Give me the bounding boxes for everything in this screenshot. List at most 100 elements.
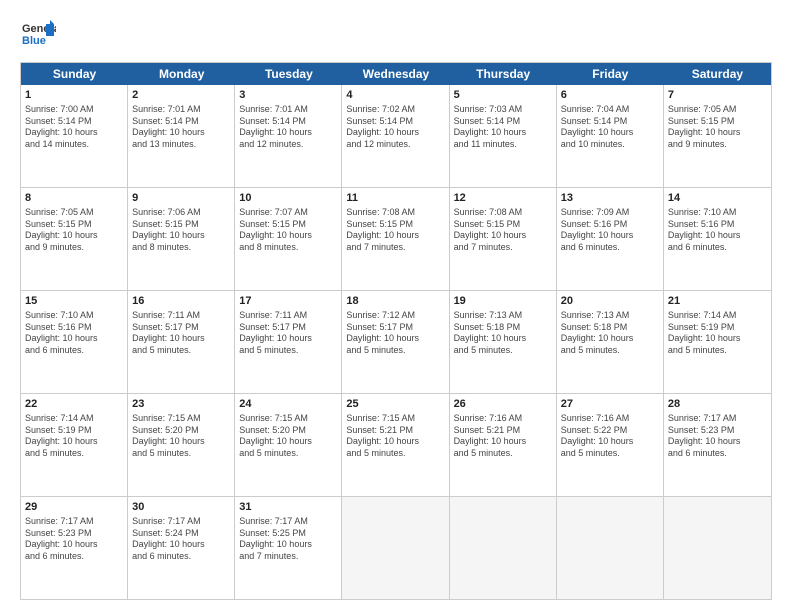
day-info: Sunrise: 7:17 AM Sunset: 5:23 PM Dayligh… xyxy=(668,413,767,460)
calendar-row: 15Sunrise: 7:10 AM Sunset: 5:16 PM Dayli… xyxy=(21,291,771,394)
day-number: 25 xyxy=(346,397,444,412)
header-day: Friday xyxy=(557,63,664,85)
day-number: 26 xyxy=(454,397,552,412)
day-info: Sunrise: 7:14 AM Sunset: 5:19 PM Dayligh… xyxy=(25,413,123,460)
day-info: Sunrise: 7:17 AM Sunset: 5:24 PM Dayligh… xyxy=(132,516,230,563)
calendar-cell: 12Sunrise: 7:08 AM Sunset: 5:15 PM Dayli… xyxy=(450,188,557,290)
day-number: 4 xyxy=(346,88,444,103)
calendar-cell: 19Sunrise: 7:13 AM Sunset: 5:18 PM Dayli… xyxy=(450,291,557,393)
header-day: Monday xyxy=(128,63,235,85)
calendar-cell: 27Sunrise: 7:16 AM Sunset: 5:22 PM Dayli… xyxy=(557,394,664,496)
day-info: Sunrise: 7:14 AM Sunset: 5:19 PM Dayligh… xyxy=(668,310,767,357)
day-info: Sunrise: 7:06 AM Sunset: 5:15 PM Dayligh… xyxy=(132,207,230,254)
day-info: Sunrise: 7:10 AM Sunset: 5:16 PM Dayligh… xyxy=(668,207,767,254)
day-number: 3 xyxy=(239,88,337,103)
day-number: 18 xyxy=(346,294,444,309)
day-number: 19 xyxy=(454,294,552,309)
day-number: 9 xyxy=(132,191,230,206)
day-number: 28 xyxy=(668,397,767,412)
logo-icon: General Blue xyxy=(20,16,56,52)
day-info: Sunrise: 7:05 AM Sunset: 5:15 PM Dayligh… xyxy=(25,207,123,254)
calendar-cell: 10Sunrise: 7:07 AM Sunset: 5:15 PM Dayli… xyxy=(235,188,342,290)
calendar-cell: 3Sunrise: 7:01 AM Sunset: 5:14 PM Daylig… xyxy=(235,85,342,187)
day-number: 7 xyxy=(668,88,767,103)
calendar-cell xyxy=(450,497,557,599)
day-info: Sunrise: 7:08 AM Sunset: 5:15 PM Dayligh… xyxy=(346,207,444,254)
day-number: 22 xyxy=(25,397,123,412)
day-number: 23 xyxy=(132,397,230,412)
calendar-cell: 24Sunrise: 7:15 AM Sunset: 5:20 PM Dayli… xyxy=(235,394,342,496)
day-info: Sunrise: 7:02 AM Sunset: 5:14 PM Dayligh… xyxy=(346,104,444,151)
header-day: Saturday xyxy=(664,63,771,85)
day-number: 30 xyxy=(132,500,230,515)
calendar-cell: 5Sunrise: 7:03 AM Sunset: 5:14 PM Daylig… xyxy=(450,85,557,187)
calendar-cell: 29Sunrise: 7:17 AM Sunset: 5:23 PM Dayli… xyxy=(21,497,128,599)
header-day: Wednesday xyxy=(342,63,449,85)
header-day: Thursday xyxy=(450,63,557,85)
page: General Blue SundayMondayTuesdayWednesda… xyxy=(0,0,792,612)
calendar-cell: 7Sunrise: 7:05 AM Sunset: 5:15 PM Daylig… xyxy=(664,85,771,187)
day-number: 1 xyxy=(25,88,123,103)
day-number: 24 xyxy=(239,397,337,412)
day-number: 12 xyxy=(454,191,552,206)
day-number: 20 xyxy=(561,294,659,309)
calendar-cell: 4Sunrise: 7:02 AM Sunset: 5:14 PM Daylig… xyxy=(342,85,449,187)
calendar-cell: 11Sunrise: 7:08 AM Sunset: 5:15 PM Dayli… xyxy=(342,188,449,290)
day-info: Sunrise: 7:07 AM Sunset: 5:15 PM Dayligh… xyxy=(239,207,337,254)
day-info: Sunrise: 7:15 AM Sunset: 5:20 PM Dayligh… xyxy=(132,413,230,460)
calendar-cell: 25Sunrise: 7:15 AM Sunset: 5:21 PM Dayli… xyxy=(342,394,449,496)
calendar-cell: 20Sunrise: 7:13 AM Sunset: 5:18 PM Dayli… xyxy=(557,291,664,393)
calendar-cell: 28Sunrise: 7:17 AM Sunset: 5:23 PM Dayli… xyxy=(664,394,771,496)
calendar-cell: 15Sunrise: 7:10 AM Sunset: 5:16 PM Dayli… xyxy=(21,291,128,393)
calendar-header: SundayMondayTuesdayWednesdayThursdayFrid… xyxy=(21,63,771,85)
day-info: Sunrise: 7:03 AM Sunset: 5:14 PM Dayligh… xyxy=(454,104,552,151)
logo: General Blue xyxy=(20,16,60,52)
calendar-cell: 16Sunrise: 7:11 AM Sunset: 5:17 PM Dayli… xyxy=(128,291,235,393)
svg-text:Blue: Blue xyxy=(22,35,46,47)
day-number: 13 xyxy=(561,191,659,206)
calendar-cell: 9Sunrise: 7:06 AM Sunset: 5:15 PM Daylig… xyxy=(128,188,235,290)
calendar-cell: 13Sunrise: 7:09 AM Sunset: 5:16 PM Dayli… xyxy=(557,188,664,290)
day-info: Sunrise: 7:10 AM Sunset: 5:16 PM Dayligh… xyxy=(25,310,123,357)
calendar-cell: 26Sunrise: 7:16 AM Sunset: 5:21 PM Dayli… xyxy=(450,394,557,496)
day-info: Sunrise: 7:11 AM Sunset: 5:17 PM Dayligh… xyxy=(239,310,337,357)
day-info: Sunrise: 7:09 AM Sunset: 5:16 PM Dayligh… xyxy=(561,207,659,254)
calendar-row: 22Sunrise: 7:14 AM Sunset: 5:19 PM Dayli… xyxy=(21,394,771,497)
day-info: Sunrise: 7:13 AM Sunset: 5:18 PM Dayligh… xyxy=(561,310,659,357)
day-info: Sunrise: 7:15 AM Sunset: 5:20 PM Dayligh… xyxy=(239,413,337,460)
day-info: Sunrise: 7:17 AM Sunset: 5:23 PM Dayligh… xyxy=(25,516,123,563)
calendar-cell: 30Sunrise: 7:17 AM Sunset: 5:24 PM Dayli… xyxy=(128,497,235,599)
day-number: 27 xyxy=(561,397,659,412)
calendar-cell: 14Sunrise: 7:10 AM Sunset: 5:16 PM Dayli… xyxy=(664,188,771,290)
day-number: 17 xyxy=(239,294,337,309)
day-number: 21 xyxy=(668,294,767,309)
calendar: SundayMondayTuesdayWednesdayThursdayFrid… xyxy=(20,62,772,600)
day-info: Sunrise: 7:04 AM Sunset: 5:14 PM Dayligh… xyxy=(561,104,659,151)
day-number: 2 xyxy=(132,88,230,103)
day-info: Sunrise: 7:01 AM Sunset: 5:14 PM Dayligh… xyxy=(132,104,230,151)
day-number: 16 xyxy=(132,294,230,309)
day-number: 8 xyxy=(25,191,123,206)
day-number: 5 xyxy=(454,88,552,103)
day-info: Sunrise: 7:17 AM Sunset: 5:25 PM Dayligh… xyxy=(239,516,337,563)
calendar-cell: 31Sunrise: 7:17 AM Sunset: 5:25 PM Dayli… xyxy=(235,497,342,599)
day-info: Sunrise: 7:01 AM Sunset: 5:14 PM Dayligh… xyxy=(239,104,337,151)
day-info: Sunrise: 7:16 AM Sunset: 5:21 PM Dayligh… xyxy=(454,413,552,460)
day-number: 11 xyxy=(346,191,444,206)
day-number: 14 xyxy=(668,191,767,206)
day-number: 10 xyxy=(239,191,337,206)
day-info: Sunrise: 7:08 AM Sunset: 5:15 PM Dayligh… xyxy=(454,207,552,254)
calendar-row: 1Sunrise: 7:00 AM Sunset: 5:14 PM Daylig… xyxy=(21,85,771,188)
calendar-body: 1Sunrise: 7:00 AM Sunset: 5:14 PM Daylig… xyxy=(21,85,771,599)
calendar-cell: 18Sunrise: 7:12 AM Sunset: 5:17 PM Dayli… xyxy=(342,291,449,393)
calendar-cell: 2Sunrise: 7:01 AM Sunset: 5:14 PM Daylig… xyxy=(128,85,235,187)
calendar-cell xyxy=(342,497,449,599)
header-day: Sunday xyxy=(21,63,128,85)
calendar-cell: 23Sunrise: 7:15 AM Sunset: 5:20 PM Dayli… xyxy=(128,394,235,496)
day-info: Sunrise: 7:05 AM Sunset: 5:15 PM Dayligh… xyxy=(668,104,767,151)
day-info: Sunrise: 7:12 AM Sunset: 5:17 PM Dayligh… xyxy=(346,310,444,357)
calendar-cell: 6Sunrise: 7:04 AM Sunset: 5:14 PM Daylig… xyxy=(557,85,664,187)
calendar-row: 8Sunrise: 7:05 AM Sunset: 5:15 PM Daylig… xyxy=(21,188,771,291)
day-info: Sunrise: 7:15 AM Sunset: 5:21 PM Dayligh… xyxy=(346,413,444,460)
day-number: 15 xyxy=(25,294,123,309)
